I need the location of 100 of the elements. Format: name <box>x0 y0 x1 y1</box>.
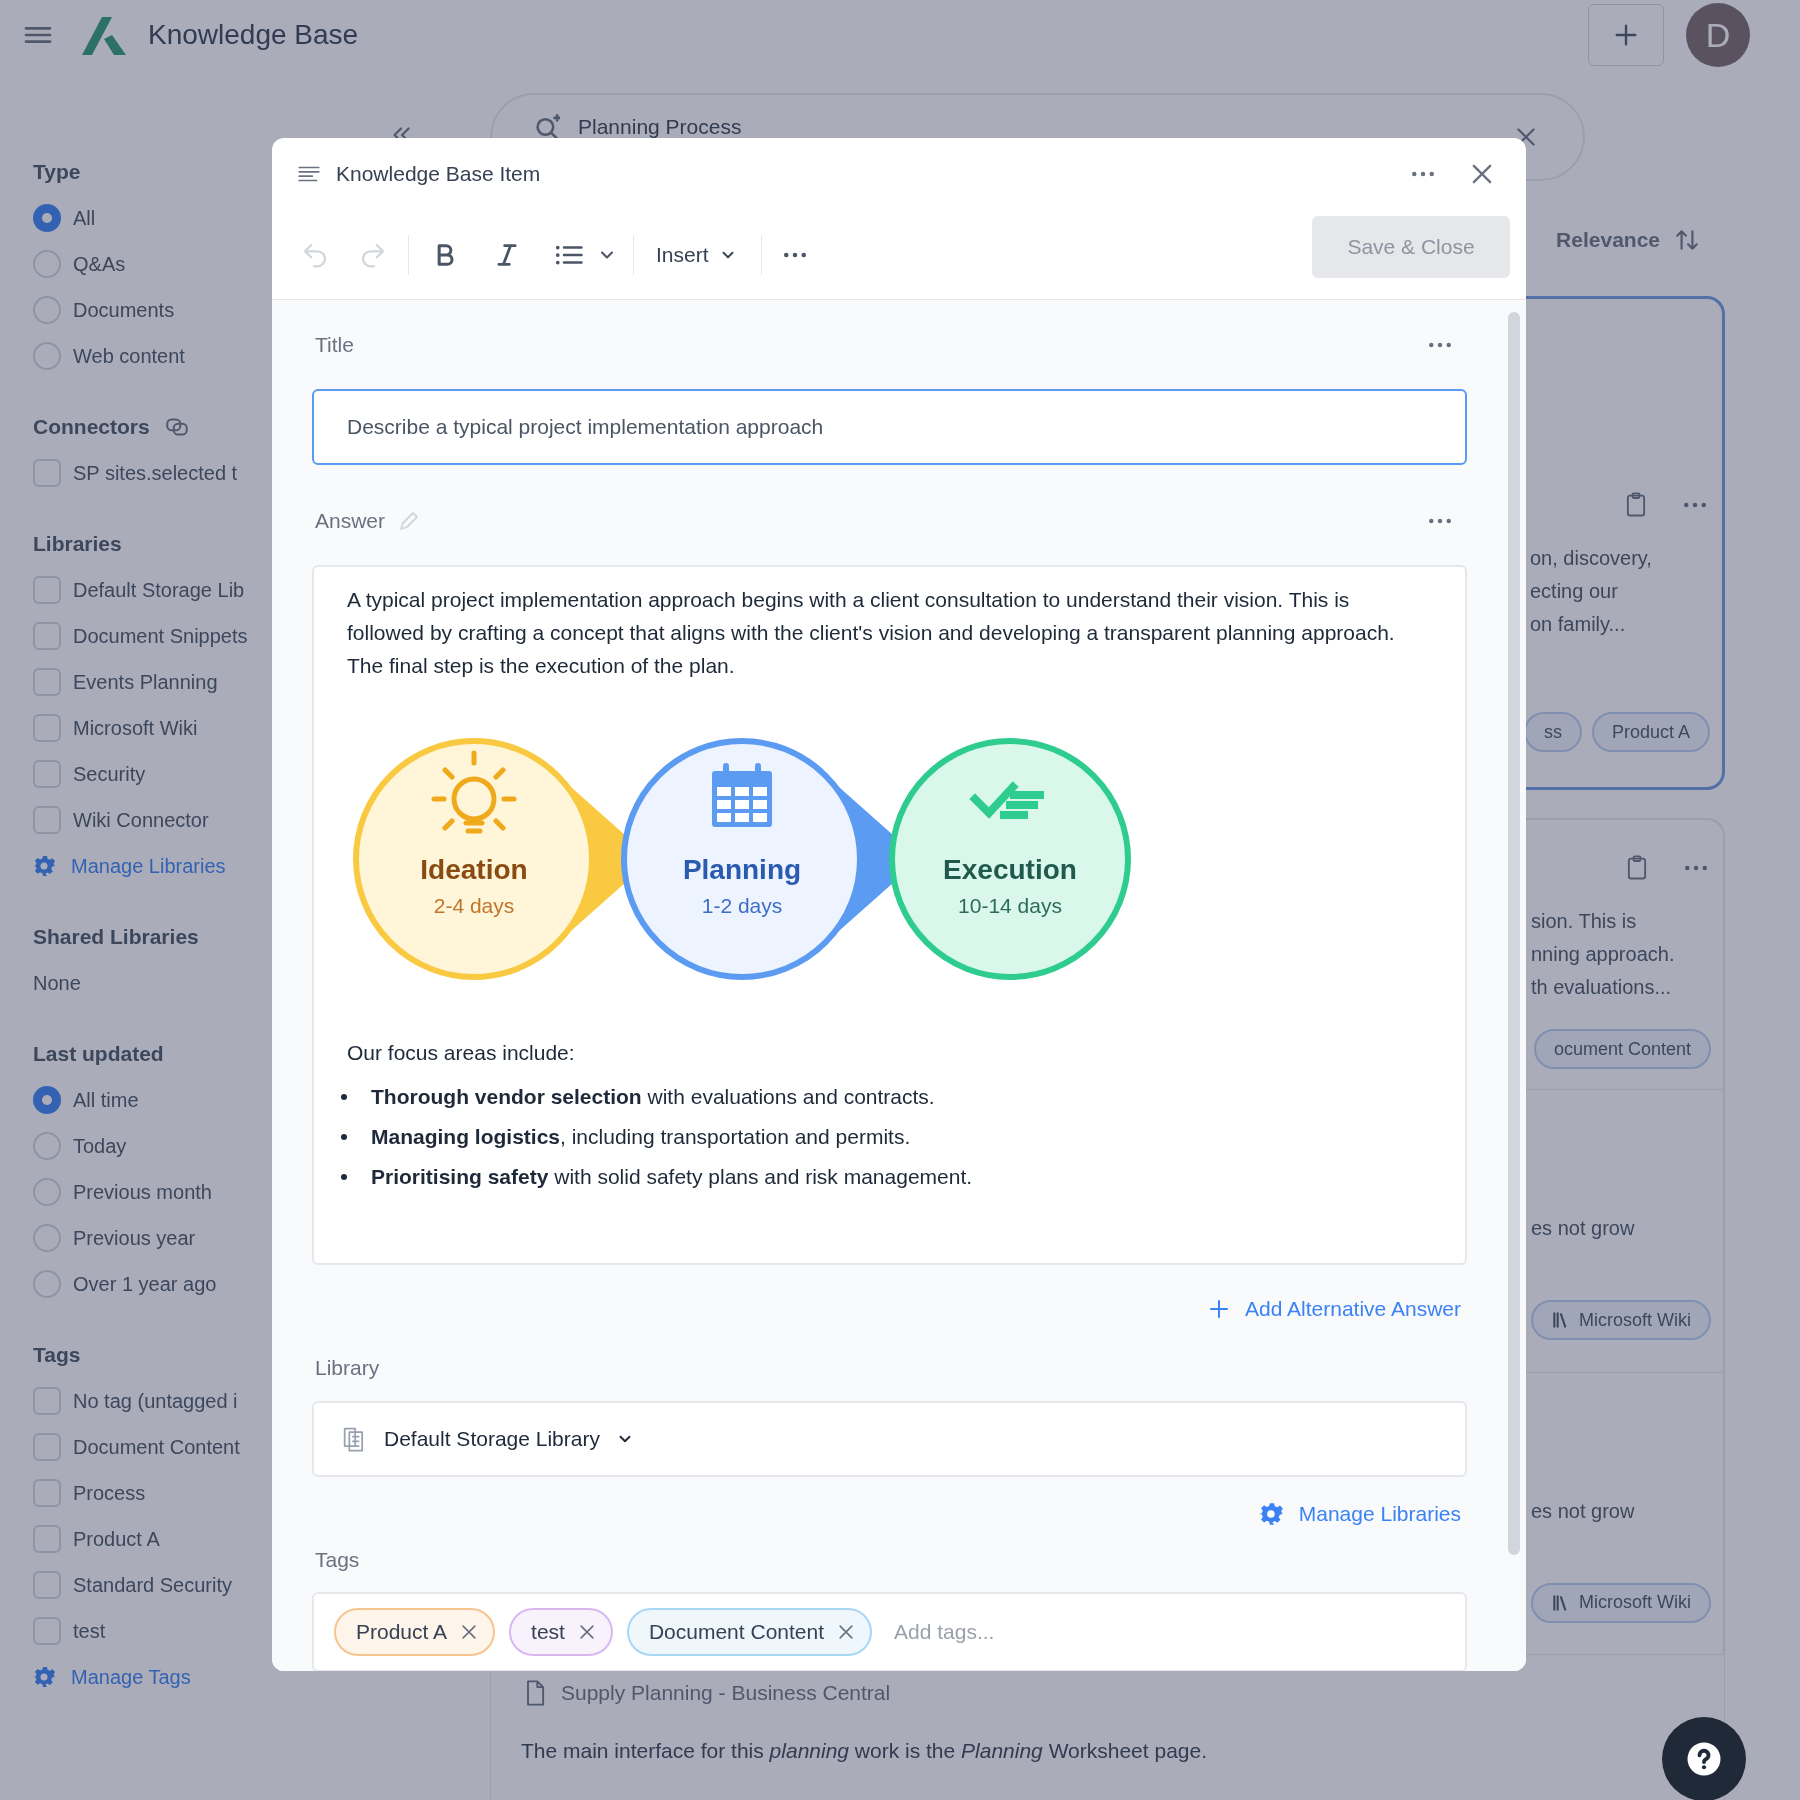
add-alternative-link[interactable]: Add Alternative Answer <box>1207 1289 1461 1329</box>
filter-label[interactable]: Events Planning <box>73 667 218 697</box>
tag-chip: test <box>509 1608 613 1656</box>
section-heading: Connectors <box>33 414 150 441</box>
filter-label[interactable]: Microsoft Wiki <box>73 713 198 743</box>
checkbox[interactable] <box>33 1571 61 1599</box>
checkbox[interactable] <box>33 576 61 604</box>
tag-chip: Microsoft Wiki <box>1531 1300 1711 1340</box>
checkbox[interactable] <box>33 668 61 696</box>
excerpt-text: th evaluations... <box>1531 975 1673 1000</box>
checkbox[interactable] <box>33 1479 61 1507</box>
stage-duration: 2-4 days <box>433 894 515 917</box>
gear-icon <box>1258 1501 1285 1527</box>
excerpt-text: ecting our <box>1530 579 1619 604</box>
sort-icon[interactable] <box>1674 227 1700 253</box>
field-label: Answer <box>315 508 386 535</box>
checkbox[interactable] <box>33 622 61 650</box>
filter-label[interactable]: Web content <box>73 341 185 371</box>
filter-label[interactable]: Process <box>73 1478 146 1508</box>
checklist-icon <box>971 783 1044 819</box>
checkbox[interactable] <box>33 1387 61 1415</box>
excerpt-text: on family... <box>1530 612 1627 637</box>
document-title[interactable]: Supply Planning - Business Central <box>561 1677 891 1709</box>
radio-button[interactable] <box>33 250 61 278</box>
title-field[interactable]: Describe a typical project implementation approach <box>312 389 1467 465</box>
user-avatar[interactable]: D <box>1686 3 1750 67</box>
field-label: Library <box>315 1355 380 1382</box>
search-icon <box>536 114 560 140</box>
document-excerpt: The main interface for this planning work is the Planning Worksheet page. <box>521 1737 1207 1764</box>
section-heading: Tags <box>33 1342 81 1369</box>
checkbox[interactable] <box>33 1433 61 1461</box>
tag-chip: Microsoft Wiki <box>1531 1582 1711 1623</box>
radio-button[interactable] <box>33 296 61 324</box>
section-heading: Libraries <box>33 531 122 558</box>
filter-label[interactable]: Security <box>73 759 146 789</box>
filter-label[interactable]: Previous year <box>73 1223 196 1253</box>
checkbox[interactable] <box>33 760 61 788</box>
excerpt-text: sion. This is <box>1531 909 1638 934</box>
filter-label[interactable]: test <box>73 1616 106 1646</box>
lightbulb-icon <box>431 750 517 834</box>
filter-label[interactable]: Document Snippets <box>73 621 248 651</box>
gear-icon <box>33 1665 57 1689</box>
scrollbar[interactable] <box>1508 312 1520 1555</box>
filter-label[interactable]: All time <box>73 1085 139 1115</box>
excerpt-text: nning approach. <box>1531 942 1676 967</box>
filter-label[interactable]: Document Content <box>73 1432 240 1462</box>
filter-label[interactable]: Default Storage Lib <box>73 575 245 605</box>
field-label: Title <box>315 332 354 359</box>
add-button[interactable] <box>1588 4 1664 66</box>
radio-button[interactable] <box>33 1086 61 1114</box>
filter-label[interactable]: Standard Security <box>73 1570 232 1600</box>
focus-intro: Our focus areas include: <box>347 1040 576 1066</box>
checkbox[interactable] <box>33 459 61 487</box>
question-icon <box>1686 1741 1722 1777</box>
radio-button[interactable] <box>33 1224 61 1252</box>
library-select[interactable]: Default Storage Library <box>312 1401 1467 1477</box>
checkbox[interactable] <box>33 806 61 834</box>
checkbox[interactable] <box>33 1525 61 1553</box>
excerpt-text: es not grow <box>1531 1216 1636 1241</box>
filter-label[interactable]: SP sites.selected t <box>73 458 238 488</box>
answer-paragraph: A typical project implementation approach begins with a client consultation to understand their vision. This is followed by crafting a concept that aligns with the client's vision and developing a transparent planning approach. The final step is the execution of the plan. <box>347 587 1396 679</box>
filter-label[interactable]: Product A <box>73 1524 160 1554</box>
filter-label[interactable]: Over 1 year ago <box>73 1269 217 1299</box>
filter-value: None <box>33 971 81 996</box>
tag-chip: ocument Content <box>1533 1029 1711 1069</box>
stage-title: Planning <box>682 854 802 885</box>
sort-label[interactable]: Relevance <box>1556 224 1660 256</box>
stage-title: Ideation <box>420 854 528 885</box>
checkbox[interactable] <box>33 1617 61 1645</box>
filter-label[interactable]: All <box>73 203 96 233</box>
tag-input[interactable]: Add tags... <box>894 1616 1465 1648</box>
radio-button[interactable] <box>33 342 61 370</box>
field-label: Tags <box>315 1547 360 1574</box>
tags-field[interactable]: Product A test Document Content Add tags... <box>312 1592 1467 1671</box>
tag-chip: Product A <box>334 1608 496 1656</box>
radio-button[interactable] <box>33 1132 61 1160</box>
excerpt-text: on, discovery, <box>1530 546 1653 571</box>
manage-libraries-link[interactable]: Manage Libraries <box>1258 1491 1461 1537</box>
excerpt-text: es not grow <box>1531 1498 1636 1524</box>
calendar-icon <box>712 763 772 827</box>
filter-label[interactable]: Documents <box>73 295 175 325</box>
stage-title: Execution <box>943 854 1077 885</box>
filter-label[interactable]: Q&As <box>73 249 126 279</box>
section-heading: Last updated <box>33 1041 164 1068</box>
insert-menu[interactable]: Insert <box>656 238 737 271</box>
radio-button[interactable] <box>33 1270 61 1298</box>
app-title: Knowledge Base <box>148 18 359 52</box>
checkbox[interactable] <box>33 714 61 742</box>
tag-chip: Product A <box>1591 712 1710 752</box>
section-heading: Shared Libraries <box>33 924 199 951</box>
radio-button[interactable] <box>33 1178 61 1206</box>
filter-label[interactable]: Wiki Connector <box>73 805 209 835</box>
section-heading: Type <box>33 159 81 186</box>
answer-editor[interactable] <box>312 565 1467 1265</box>
filter-label[interactable]: Today <box>73 1131 127 1161</box>
bullet-text: Thorough vendor selection with evaluations and contracts. <box>371 1083 935 1110</box>
filter-label[interactable]: Previous month <box>73 1177 212 1207</box>
radio-button[interactable] <box>33 204 61 232</box>
filter-label[interactable]: No tag (untagged i <box>73 1386 238 1416</box>
stage-duration: 1-2 days <box>701 894 783 917</box>
